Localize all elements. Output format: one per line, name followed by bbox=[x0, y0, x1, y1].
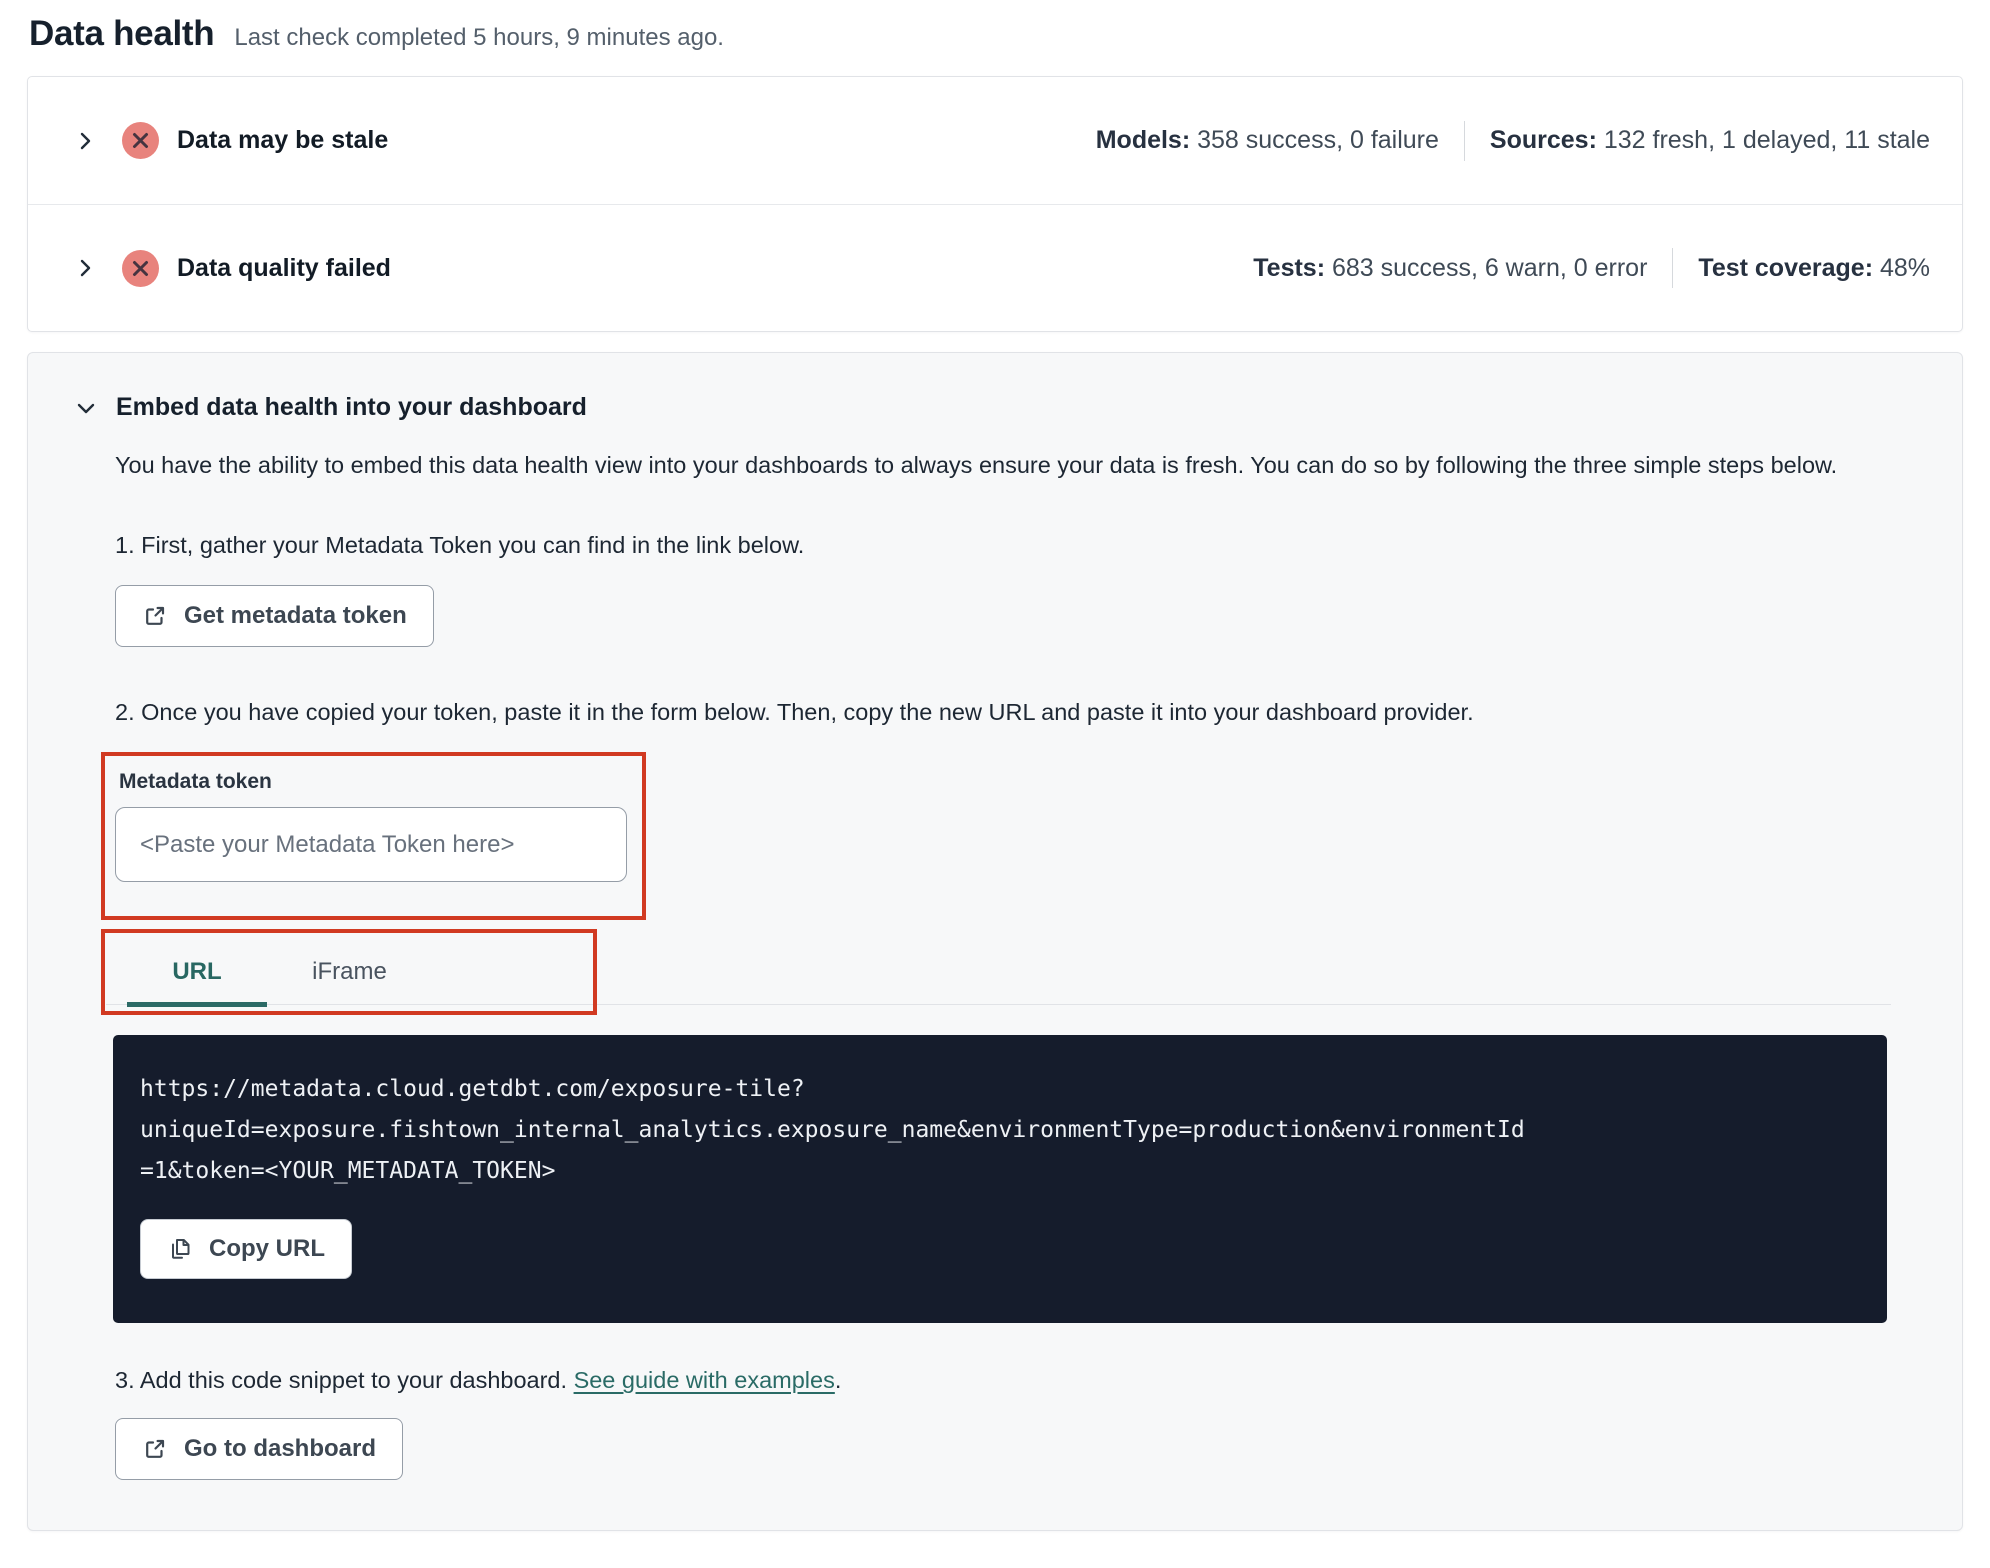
embed-url-code-block: https://metadata.cloud.getdbt.com/exposu… bbox=[113, 1035, 1887, 1323]
sources-stat: Sources: 132 fresh, 1 delayed, 11 stale bbox=[1489, 126, 1930, 154]
models-stat: Models: 358 success, 0 failure bbox=[1095, 126, 1439, 154]
annotation-box-tabs: URL iFrame bbox=[101, 929, 597, 1015]
annotation-box-metadata-token: Metadata token bbox=[101, 752, 646, 920]
status-row-stats: Models: 358 success, 0 failure Sources: … bbox=[1095, 120, 1930, 161]
metadata-token-input[interactable] bbox=[115, 807, 627, 882]
page-header: Data health Last check completed 5 hours… bbox=[27, 14, 1963, 54]
page-title: Data health bbox=[29, 14, 215, 53]
status-row-title: Data may be stale bbox=[177, 126, 389, 154]
embed-url-line: =1&token=<YOUR_METADATA_TOKEN> bbox=[140, 1158, 556, 1184]
embed-section-title: Embed data health into your dashboard bbox=[116, 393, 587, 421]
go-to-dashboard-button[interactable]: Go to dashboard bbox=[115, 1418, 403, 1480]
last-check-status: Last check completed 5 hours, 9 minutes … bbox=[234, 24, 724, 51]
see-guide-link[interactable]: See guide with examples bbox=[574, 1367, 835, 1393]
status-row-data-may-be-stale[interactable]: Data may be stale Models: 358 success, 0… bbox=[28, 77, 1962, 204]
embed-output-tabs: URL iFrame bbox=[101, 929, 1922, 1015]
copy-url-label: Copy URL bbox=[209, 1235, 325, 1262]
status-card: Data may be stale Models: 358 success, 0… bbox=[27, 76, 1963, 332]
tab-iframe[interactable]: iFrame bbox=[267, 933, 432, 1011]
metadata-token-label: Metadata token bbox=[119, 770, 272, 793]
embed-url-line: uniqueId=exposure.fishtown_internal_anal… bbox=[140, 1117, 1525, 1143]
embed-section-header[interactable]: Embed data health into your dashboard bbox=[74, 393, 1922, 422]
tests-stat: Tests: 683 success, 6 warn, 0 error bbox=[1253, 253, 1648, 282]
step-1-text: 1. First, gather your Metadata Token you… bbox=[115, 532, 805, 558]
chevron-right-icon[interactable] bbox=[74, 257, 96, 279]
data-health-page: Data health Last check completed 5 hours… bbox=[0, 0, 1990, 1531]
embed-section-card: Embed data health into your dashboard Yo… bbox=[27, 352, 1963, 1531]
embed-description: You have the ability to embed this data … bbox=[115, 452, 1838, 478]
status-row-data-quality-failed[interactable]: Data quality failed Tests: 683 success, … bbox=[28, 204, 1962, 331]
step-3-text: 3. Add this code snippet to your dashboa… bbox=[115, 1367, 842, 1393]
test-coverage-stat: Test coverage: 48% bbox=[1698, 253, 1930, 282]
stat-divider bbox=[1463, 120, 1465, 161]
embed-url-line: https://metadata.cloud.getdbt.com/exposu… bbox=[140, 1076, 805, 1102]
error-status-icon bbox=[122, 122, 159, 159]
error-status-icon bbox=[122, 249, 159, 287]
chevron-right-icon[interactable] bbox=[74, 130, 96, 152]
external-link-icon bbox=[142, 1436, 168, 1462]
tab-url[interactable]: URL bbox=[127, 933, 267, 1011]
get-metadata-token-button[interactable]: Get metadata token bbox=[115, 585, 434, 647]
stat-divider bbox=[1672, 248, 1674, 288]
get-metadata-token-label: Get metadata token bbox=[184, 602, 407, 629]
status-row-stats: Tests: 683 success, 6 warn, 0 error Test… bbox=[1253, 248, 1930, 288]
copy-url-button[interactable]: Copy URL bbox=[140, 1219, 352, 1279]
chevron-down-icon[interactable] bbox=[74, 396, 98, 420]
step-2-text: 2. Once you have copied your token, past… bbox=[115, 699, 1474, 725]
external-link-icon bbox=[142, 603, 168, 629]
go-to-dashboard-label: Go to dashboard bbox=[184, 1435, 376, 1462]
copy-icon bbox=[167, 1236, 193, 1262]
status-row-title: Data quality failed bbox=[177, 253, 391, 282]
